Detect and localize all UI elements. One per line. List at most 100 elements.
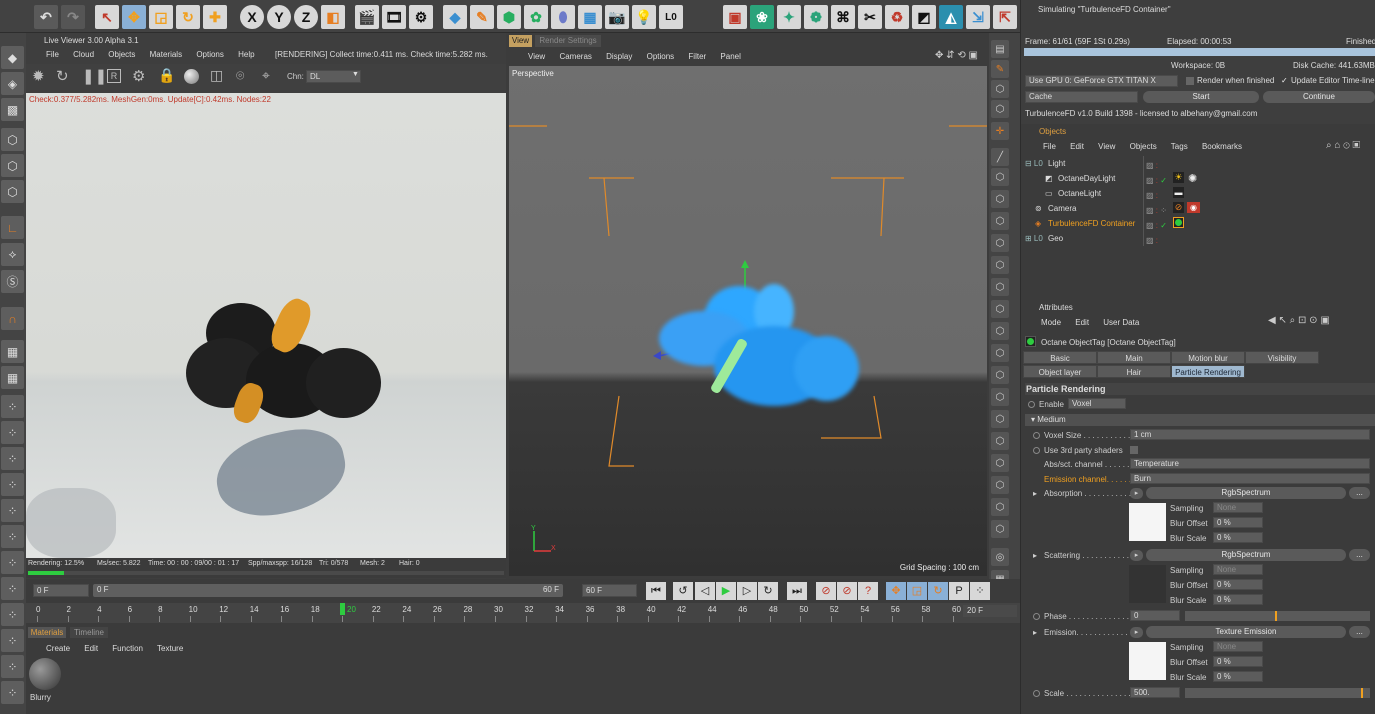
keyframe-help-button[interactable]: ?: [858, 582, 878, 600]
menu-function[interactable]: Function: [112, 644, 143, 653]
settings-icon[interactable]: ⚙: [132, 67, 145, 85]
frame-range-slider[interactable]: 0 F 60 F: [93, 584, 563, 597]
voxel-size-input[interactable]: 1 cm: [1130, 429, 1370, 440]
third-party-checkbox[interactable]: [1130, 446, 1138, 454]
record-button[interactable]: ⊘: [816, 582, 836, 600]
scattering-blur-offset-input[interactable]: 0 %: [1213, 579, 1263, 590]
absorption-more-button[interactable]: ...: [1349, 487, 1370, 499]
absorption-blur-scale-input[interactable]: 0 %: [1213, 532, 1263, 543]
model-mode-icon[interactable]: ◆: [1, 46, 24, 69]
rtool-14-icon[interactable]: ⬡: [991, 322, 1009, 340]
key-rotate-button[interactable]: ↻: [928, 582, 948, 600]
prev-frame-button[interactable]: ◁: [695, 582, 715, 600]
menu-edit[interactable]: Edit: [1075, 318, 1089, 327]
tab-render-settings[interactable]: Render Settings: [535, 35, 601, 47]
menu-view[interactable]: View: [528, 52, 545, 61]
dots-icon[interactable]: ⁘: [1, 395, 24, 418]
rtool-15-icon[interactable]: ⬡: [991, 344, 1009, 362]
tab-visibility[interactable]: Visibility: [1245, 351, 1319, 364]
dots8-icon[interactable]: ⁘: [1, 577, 24, 600]
dots5-icon[interactable]: ⁘: [1, 499, 24, 522]
menu-tags[interactable]: Tags: [1171, 142, 1188, 151]
pick-icon[interactable]: ⌾: [236, 67, 244, 84]
magnet-icon[interactable]: ∩: [1, 307, 24, 330]
autokey-button[interactable]: ⊘: [837, 582, 857, 600]
absorption-link-button[interactable]: ▸: [1130, 488, 1143, 499]
lock-icon[interactable]: 🔒: [158, 67, 175, 84]
cloner-icon[interactable]: ✿: [524, 5, 548, 29]
key-param-button[interactable]: P: [949, 582, 969, 600]
next-frame-button[interactable]: ▷: [737, 582, 757, 600]
sun-tag-icon[interactable]: ☀: [1173, 172, 1184, 183]
key-scale-button[interactable]: ◲: [907, 582, 927, 600]
rtool-20-icon[interactable]: ⬡: [991, 454, 1009, 472]
menu-cloud[interactable]: Cloud: [73, 50, 94, 59]
emission-expand-icon[interactable]: ▸: [1033, 628, 1037, 637]
menu-display[interactable]: Display: [606, 52, 632, 61]
material-swatch[interactable]: [29, 658, 61, 690]
scattering-blur-scale-input[interactable]: 0 %: [1213, 594, 1263, 605]
tab-hair[interactable]: Hair: [1097, 365, 1171, 378]
octane-icon[interactable]: ▣: [723, 5, 747, 29]
enable-radio[interactable]: [1028, 401, 1035, 408]
rtool-13-icon[interactable]: ⬡: [991, 300, 1009, 318]
gear-icon[interactable]: ✹: [32, 67, 45, 85]
octane-object-tag-icon[interactable]: [1173, 217, 1184, 228]
camera-tag-icon[interactable]: ◉: [1187, 202, 1200, 213]
camera-icon[interactable]: 📷: [605, 5, 629, 29]
go-start-button[interactable]: ⏮: [646, 582, 666, 600]
viewport-canvas[interactable]: Perspective Y X Grid Spacing : 100 cm: [509, 66, 987, 576]
object-row-octanedaylight[interactable]: ◩ OctaneDayLight: [1023, 171, 1375, 186]
rtool-6-icon[interactable]: ╱: [991, 148, 1009, 166]
restart-icon[interactable]: ↻: [56, 67, 69, 85]
absorption-color-swatch[interactable]: [1129, 503, 1166, 541]
menu-view[interactable]: View: [1098, 142, 1115, 151]
dots4-icon[interactable]: ⁘: [1, 473, 24, 496]
tab-motion-blur[interactable]: Motion blur: [1171, 351, 1245, 364]
emission-channel-select[interactable]: Burn: [1130, 473, 1370, 484]
end-frame-field[interactable]: 60 F: [582, 584, 637, 597]
object-row-light[interactable]: ⊟ L0 Light: [1023, 156, 1375, 171]
absorption-shader-button[interactable]: RgbSpectrum: [1146, 487, 1346, 499]
prev-key-button[interactable]: ↺: [673, 582, 693, 600]
plugin-icon-9[interactable]: ⇲: [966, 5, 990, 29]
rtool-12-icon[interactable]: ⬡: [991, 278, 1009, 296]
emission-sampling-select[interactable]: None: [1213, 641, 1263, 652]
menu-help[interactable]: Help: [238, 50, 254, 59]
axis-y-button[interactable]: Y: [267, 5, 291, 29]
gpu-select[interactable]: Use GPU 0: GeForce GTX TITAN X: [1025, 75, 1178, 87]
menu-options[interactable]: Options: [196, 50, 224, 59]
scale-slider-handle[interactable]: [1361, 688, 1363, 698]
emission-blur-offset-input[interactable]: 0 %: [1213, 656, 1263, 667]
plugin-icon-3[interactable]: ❁: [804, 5, 828, 29]
dots10-icon[interactable]: ⁘: [1, 629, 24, 652]
rtool-19-icon[interactable]: ⬡: [991, 432, 1009, 450]
rtool-8-icon[interactable]: ⬡: [991, 190, 1009, 208]
plugin-icon-8[interactable]: ◭: [939, 5, 963, 29]
tab-timeline[interactable]: Timeline: [70, 627, 108, 638]
rtool-16-icon[interactable]: ⬡: [991, 366, 1009, 384]
menu-edit[interactable]: Edit: [1070, 142, 1084, 151]
dots12-icon[interactable]: ⁘: [1, 681, 24, 704]
rtool-18-icon[interactable]: ⬡: [991, 410, 1009, 428]
start-button[interactable]: Start: [1143, 91, 1259, 103]
dots2-icon[interactable]: ⁘: [1, 421, 24, 444]
key-grid-button[interactable]: ⁘: [970, 582, 990, 600]
go-end-button[interactable]: ⏭: [787, 582, 807, 600]
objects-header-icons[interactable]: ⌕ ⌂ ⊙ ▣: [1326, 140, 1360, 151]
redo-button[interactable]: ↷: [61, 5, 85, 29]
tab-particle-rendering[interactable]: Particle Rendering: [1171, 365, 1245, 378]
plugin-icon-6[interactable]: ♻: [885, 5, 909, 29]
floor-icon[interactable]: ▦: [578, 5, 602, 29]
points-mode-icon[interactable]: ⬡: [1, 128, 24, 151]
object-row-octanelight[interactable]: ▭ OctaneLight: [1023, 186, 1375, 201]
subdivision-icon[interactable]: ⬢: [497, 5, 521, 29]
menu-panel[interactable]: Panel: [720, 52, 740, 61]
tab-basic[interactable]: Basic: [1023, 351, 1097, 364]
tab-materials[interactable]: Materials: [28, 627, 66, 638]
menu-bookmarks[interactable]: Bookmarks: [1202, 142, 1242, 151]
rtool-2-icon[interactable]: ✎: [991, 60, 1009, 78]
continue-button[interactable]: Continue: [1263, 91, 1375, 103]
render-when-finished-checkbox[interactable]: [1186, 77, 1194, 85]
menu-cameras[interactable]: Cameras: [559, 52, 591, 61]
